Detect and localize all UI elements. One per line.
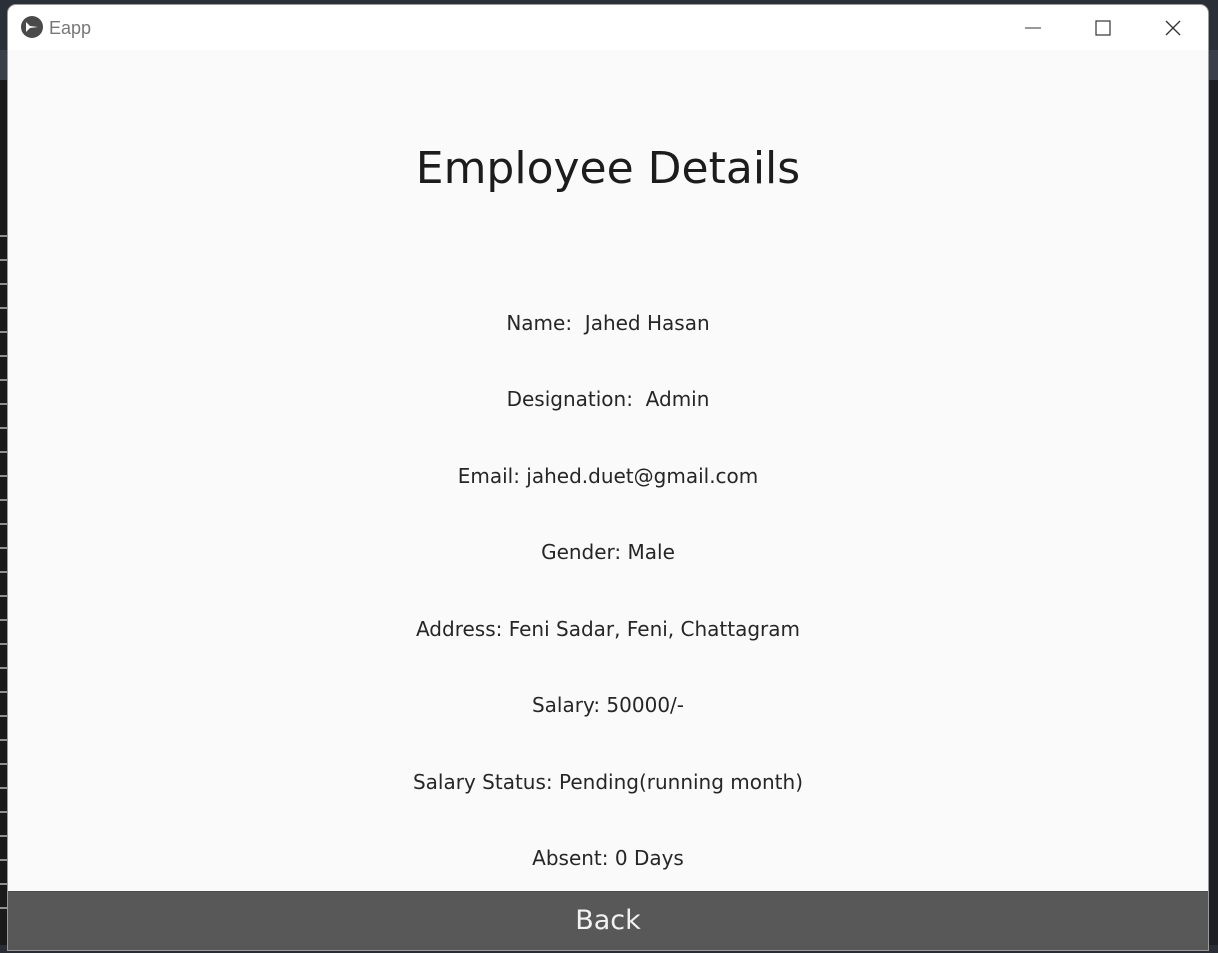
back-button[interactable]: Back xyxy=(8,891,1208,950)
title-bar[interactable]: Eapp xyxy=(8,5,1208,51)
kivy-logo-icon xyxy=(21,16,43,38)
close-button[interactable] xyxy=(1138,5,1208,50)
close-icon xyxy=(1165,20,1181,35)
detail-designation: Designation: Admin xyxy=(506,387,710,411)
app-window: Eapp Employee Details Name: Jahed Hasan … xyxy=(8,5,1208,950)
window-title: Eapp xyxy=(49,18,92,38)
background-right-panel xyxy=(1208,80,1218,953)
maximize-icon xyxy=(1095,19,1111,36)
detail-absent: Absent: 0 Days xyxy=(532,846,684,870)
detail-salary: Salary: 50000/- xyxy=(531,693,685,717)
minimize-icon xyxy=(1025,27,1041,28)
detail-gender: Gender: Male xyxy=(541,540,675,564)
page-title: Employee Details xyxy=(415,143,801,194)
background-terminal-lines xyxy=(0,235,8,925)
detail-name: Name: Jahed Hasan xyxy=(506,311,710,335)
detail-salary-status: Salary Status: Pending(running month) xyxy=(412,770,803,794)
minimize-button[interactable] xyxy=(998,5,1068,50)
detail-address: Address: Feni Sadar, Feni, Chattagram xyxy=(415,617,801,641)
maximize-button[interactable] xyxy=(1068,5,1138,50)
detail-email: Email: jahed.duet@gmail.com xyxy=(457,464,759,488)
employee-details-screen: Employee Details Name: Jahed Hasan Desig… xyxy=(8,50,1208,890)
